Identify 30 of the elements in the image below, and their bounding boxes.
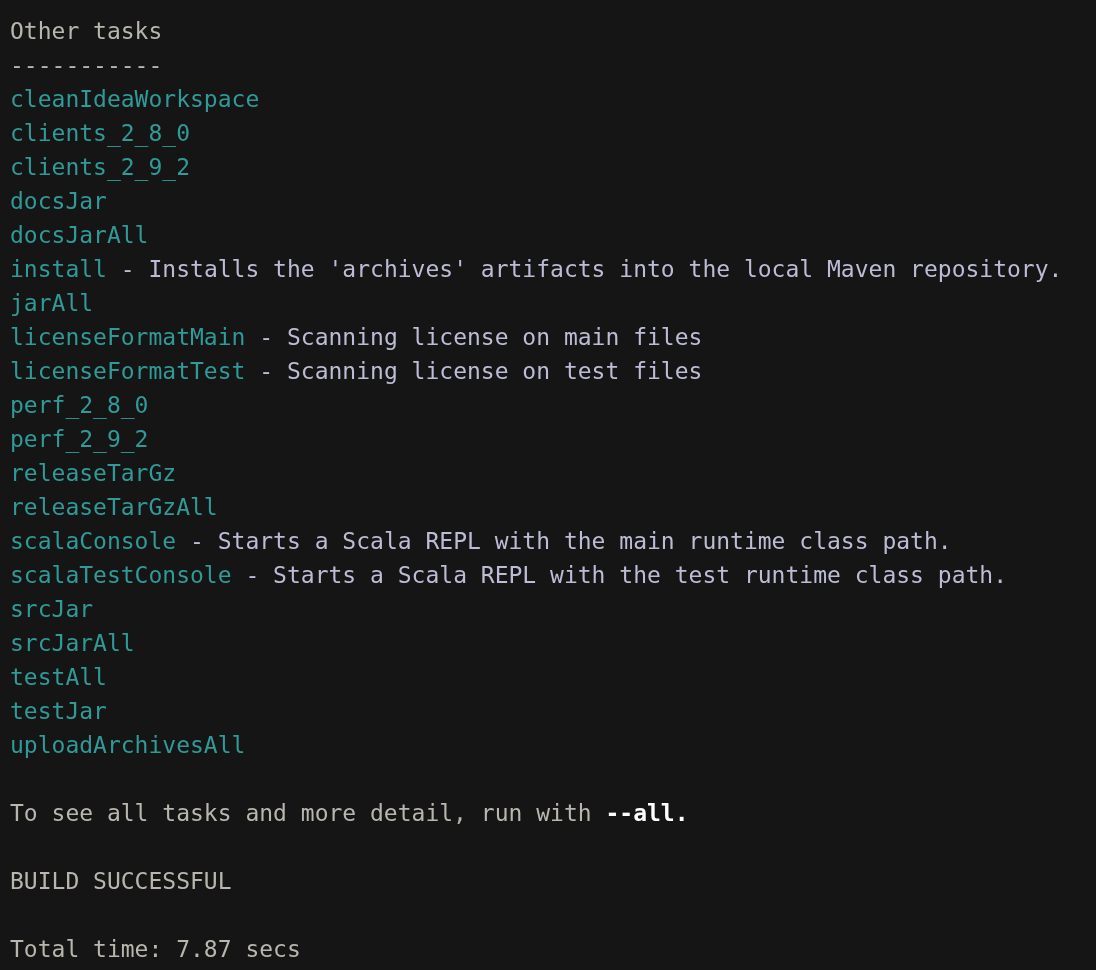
section-heading: Other tasks [10,18,163,44]
build-status: BUILD SUCCESSFUL [10,868,232,894]
task-name: perf_2_9_2 [10,426,149,452]
total-time: Total time: 7.87 secs [10,936,301,962]
task-name: testAll [10,664,107,690]
task-name: clients_2_9_2 [10,154,190,180]
task-name: releaseTarGz [10,460,177,486]
task-name: scalaTestConsole [10,562,232,588]
task-name: licenseFormatMain [10,324,246,350]
task-name: licenseFormatTest [10,358,246,384]
task-name: uploadArchivesAll [10,732,246,758]
task-name: cleanIdeaWorkspace [10,86,260,112]
task-name: testJar [10,698,107,724]
task-name: scalaConsole [10,528,177,554]
task-description: - Scanning license on test files [259,358,703,384]
task-description: - Installs the 'archives' artifacts into the local Maven repository. [120,256,1063,282]
task-name: clients_2_8_0 [10,120,190,146]
task-description: - Starts a Scala REPL with the main runtime class path. [190,528,952,554]
dashed-separator: ----------- [10,52,163,78]
task-name: releaseTarGzAll [10,494,218,520]
task-name: srcJar [10,596,94,622]
task-description: - Starts a Scala REPL with the test runtime class path. [245,562,1008,588]
task-name: docsJar [10,188,107,214]
task-description: - Scanning license on main files [259,324,703,350]
task-name: jarAll [10,290,94,316]
task-name: docsJarAll [10,222,149,248]
hint-text: To see all tasks and more detail, run with --all. [10,800,689,826]
task-name: srcJarAll [10,630,135,656]
task-name: perf_2_8_0 [10,392,149,418]
task-name: install [10,256,107,282]
